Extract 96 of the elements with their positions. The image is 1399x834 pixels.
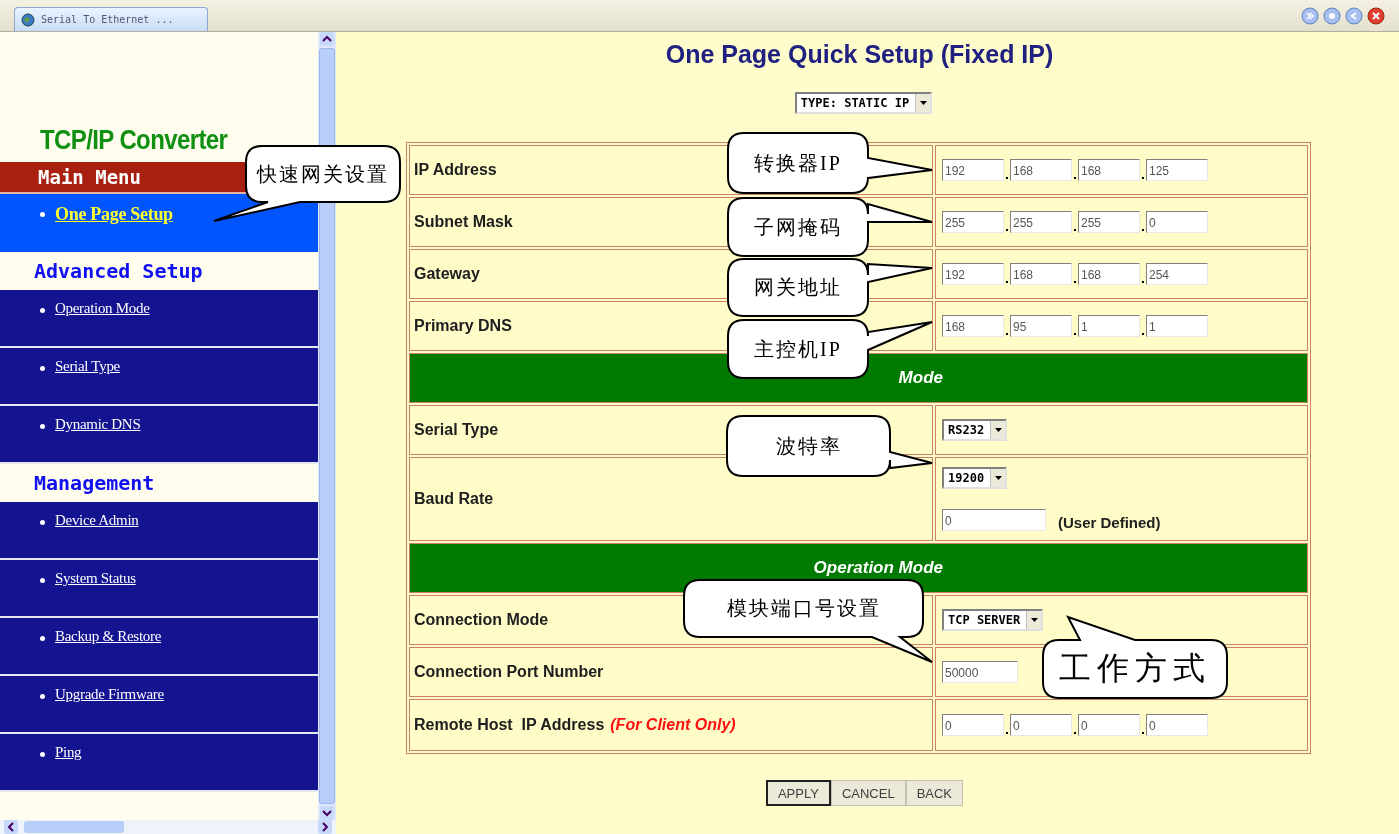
browser-tab[interactable]: Serial To Ethernet ... [14, 7, 208, 31]
close-icon[interactable] [1367, 6, 1385, 25]
input-field[interactable]: 255 [1078, 211, 1140, 233]
menu-item[interactable]: Operation Mode [0, 290, 318, 348]
note-text: (For Client Only) [610, 716, 736, 733]
form-button[interactable]: APPLY [765, 780, 831, 806]
input-field[interactable]: 168 [1010, 159, 1072, 181]
bullet-icon [40, 212, 45, 217]
caret-icon [915, 94, 931, 112]
field-label: Subnet Mask [414, 213, 513, 230]
menu-link[interactable]: Serial Type [55, 358, 120, 375]
bullet-icon [40, 694, 45, 699]
menu-link[interactable]: One Page Setup [55, 204, 173, 225]
field-label: Serial Type [414, 421, 499, 438]
input-field[interactable]: 168 [1078, 159, 1140, 181]
callout-text: 快速网关设置 [257, 161, 389, 187]
dropdown[interactable]: RS232 [942, 419, 1008, 441]
callout-text: 波特率 [775, 433, 842, 459]
bullet-icon [40, 424, 45, 429]
bullet-icon [40, 578, 45, 583]
callout-text: 模块端口号设置 [726, 596, 881, 621]
menu-item[interactable]: Backup & Restore [0, 618, 318, 676]
input-field[interactable]: 0 [1146, 714, 1208, 736]
menu-heading: Management [33, 470, 156, 497]
field-label: Connection Port Number [414, 663, 604, 680]
bullet-icon [40, 366, 45, 371]
menu-item[interactable]: Upgrade Firmware [0, 676, 318, 734]
bullet-icon [40, 752, 45, 757]
scroll-down-icon[interactable] [320, 806, 334, 820]
form-button[interactable]: CANCEL [830, 780, 906, 806]
input-field[interactable]: 0 [942, 714, 1004, 736]
globe-icon [21, 12, 35, 27]
menu-link[interactable]: Ping [55, 744, 82, 761]
callout-text: 主控机IP [754, 336, 842, 362]
menu-link[interactable]: Device Admin [55, 512, 139, 529]
forward-icon[interactable] [1301, 6, 1319, 25]
input-field[interactable]: 168 [942, 315, 1004, 337]
caret-icon [990, 421, 1006, 439]
callout-text: 网关地址 [754, 275, 842, 300]
input-field[interactable]: 192 [942, 263, 1004, 285]
input-field[interactable]: 50000 [942, 661, 1018, 683]
hint-text: (User Defined) [1058, 514, 1161, 531]
field-label: IP Address [414, 161, 497, 178]
input-field[interactable]: 255 [942, 211, 1004, 233]
section-title: Operation Mode [813, 558, 943, 577]
input-field[interactable]: 254 [1146, 263, 1208, 285]
brand-title: TCP/IP Converter [39, 123, 229, 157]
input-field[interactable]: 0 [1146, 211, 1208, 233]
input-field[interactable]: 192 [942, 159, 1004, 181]
menu-link[interactable]: Operation Mode [55, 300, 150, 317]
input-field[interactable]: 0 [1010, 714, 1072, 736]
menu-link[interactable]: Dynamic DNS [55, 416, 141, 433]
page-title: One Page Quick Setup (Fixed IP) [664, 39, 1054, 70]
dropdown[interactable]: TCP SERVER [942, 609, 1044, 631]
scroll-up-icon[interactable] [320, 32, 334, 46]
back-icon[interactable] [1345, 6, 1363, 25]
field-label: Connection Mode [414, 611, 549, 628]
bullet-icon [40, 636, 45, 641]
callout-text: 转换器IP [754, 150, 842, 176]
input-field[interactable]: 95 [1010, 315, 1072, 337]
callout-text: 工作方式 [1059, 649, 1211, 688]
menu-item[interactable]: Ping [0, 734, 318, 792]
caret-icon [990, 469, 1006, 487]
menu-item[interactable]: Device Admin [0, 502, 318, 560]
input-field[interactable]: 0 [942, 509, 1046, 531]
field-label: Primary DNS [414, 317, 512, 334]
callout-text: 子网掩码 [754, 214, 842, 240]
scroll-right-icon[interactable] [318, 820, 332, 834]
menu-item[interactable]: One Page Setup [0, 194, 318, 252]
caret-icon [1026, 611, 1042, 629]
input-field[interactable]: 168 [1078, 263, 1140, 285]
scroll-left-icon[interactable] [4, 820, 18, 834]
input-field[interactable]: 125 [1146, 159, 1208, 181]
dropdown[interactable]: 19200 [942, 467, 1008, 489]
type-dropdown[interactable]: TYPE: STATIC IP [794, 92, 933, 114]
input-field[interactable]: 255 [1010, 211, 1072, 233]
input-field[interactable]: 1 [1078, 315, 1140, 337]
menu-item[interactable]: Serial Type [0, 348, 318, 406]
form-button[interactable]: BACK [905, 780, 964, 806]
menu-item[interactable]: System Status [0, 560, 318, 618]
input-field[interactable]: 0 [1078, 714, 1140, 736]
menu-link[interactable]: Upgrade Firmware [55, 686, 164, 703]
field-label: Gateway [414, 265, 480, 282]
field-label: Remote Host IP Address [414, 716, 605, 733]
scrollbar[interactable] [0, 820, 336, 834]
menu-item[interactable]: Dynamic DNS [0, 406, 318, 464]
menu-link[interactable]: Backup & Restore [55, 628, 161, 645]
field-label: Baud Rate [414, 490, 494, 507]
menu-link[interactable]: System Status [55, 570, 136, 587]
bullet-icon [40, 520, 45, 525]
input-field[interactable]: 1 [1146, 315, 1208, 337]
section-title: Mode [898, 368, 943, 387]
bullet-icon [40, 308, 45, 313]
scroll-thumb[interactable] [24, 821, 124, 833]
menu-heading: Advanced Setup [33, 258, 204, 285]
input-field[interactable]: 168 [1010, 263, 1072, 285]
